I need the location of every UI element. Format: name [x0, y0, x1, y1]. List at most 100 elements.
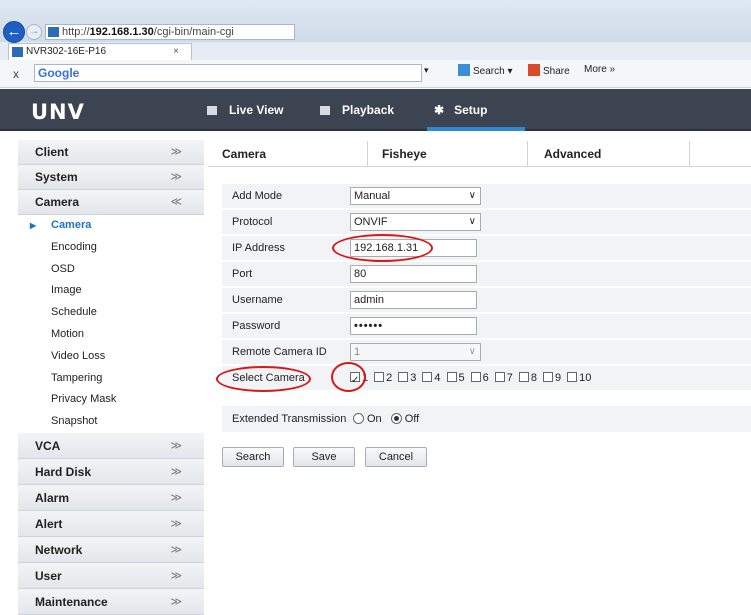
- extended-transmission-label: Extended Transmission: [232, 413, 347, 425]
- protocol-select[interactable]: ONVIF ∨: [350, 213, 481, 231]
- toolbar-more-button[interactable]: More »: [584, 64, 615, 75]
- form-row-add-mode: Add Mode Manual ∨: [222, 184, 751, 208]
- sidebar-item-label: Snapshot: [51, 415, 98, 428]
- toolbar-close-icon[interactable]: x: [13, 67, 19, 81]
- form-row-port: Port 80: [222, 262, 751, 286]
- monitor-icon: [207, 106, 217, 115]
- sidebar-item-tampering[interactable]: Tampering: [18, 368, 204, 390]
- tab-camera[interactable]: Camera: [208, 141, 368, 167]
- google-search-input[interactable]: Google: [34, 64, 422, 82]
- sidebar-item-snapshot[interactable]: Snapshot: [18, 411, 204, 433]
- ext-off-label: Off: [404, 413, 420, 425]
- toolbar-share-button[interactable]: Share: [528, 64, 570, 77]
- camera-checkbox-2[interactable]: 2: [374, 372, 392, 384]
- checkbox-icon: [398, 372, 409, 382]
- site-favicon-icon: [48, 27, 59, 37]
- sidebar-section-alarm[interactable]: Alarm ≫: [18, 484, 204, 511]
- sidebar-section-client[interactable]: Client ≫: [18, 140, 204, 165]
- sidebar-section-alert[interactable]: Alert ≫: [18, 510, 204, 537]
- sidebar-section-maintenance[interactable]: Maintenance ≫: [18, 588, 204, 615]
- camera-checkbox-5[interactable]: 5: [446, 372, 465, 384]
- save-button[interactable]: Save: [293, 447, 355, 467]
- google-dropdown-icon[interactable]: ▾: [424, 65, 429, 76]
- ext-off-radio[interactable]: Off: [390, 413, 420, 425]
- nav-playback-label: Playback: [342, 103, 395, 117]
- browser-tab[interactable]: NVR302-16E-P16 ×: [8, 43, 192, 60]
- chevron-down-icon: ∨: [468, 346, 476, 357]
- sidebar-item-image[interactable]: Image: [18, 280, 204, 302]
- remote-camera-id-label: Remote Camera ID: [232, 346, 327, 358]
- checkbox-icon: [543, 372, 553, 382]
- sidebar-item-label: Motion: [51, 327, 85, 340]
- address-path: /cgi-bin/main-cgi: [153, 26, 234, 38]
- camera-checkbox-10[interactable]: 10: [567, 372, 591, 384]
- sidebar-item-label: Privacy Mask: [51, 393, 117, 406]
- tab-title: NVR302-16E-P16: [26, 46, 107, 57]
- nav-live-view[interactable]: Live View: [207, 103, 283, 117]
- sidebar-section-label: User: [35, 568, 62, 583]
- ext-on-radio[interactable]: On: [353, 413, 382, 425]
- search-button[interactable]: Search: [222, 447, 284, 467]
- camera-checkbox-7[interactable]: 7: [494, 372, 513, 384]
- sidebar-item-label: Schedule: [51, 306, 97, 319]
- nav-playback[interactable]: Playback: [320, 103, 394, 117]
- camera-checkbox-label: 5: [458, 372, 465, 384]
- camera-checkbox-6[interactable]: 6: [470, 372, 489, 384]
- checkbox-icon: [494, 372, 505, 382]
- address-prefix: http://: [62, 26, 90, 38]
- port-input[interactable]: 80: [350, 265, 477, 283]
- tab-advanced[interactable]: Advanced: [528, 141, 690, 167]
- add-mode-select[interactable]: Manual ∨: [350, 187, 481, 205]
- nav-setup[interactable]: ✱ Setup: [434, 103, 487, 117]
- sidebar-section-vca[interactable]: VCA ≫: [18, 432, 204, 459]
- sidebar-item-osd[interactable]: OSD: [18, 259, 204, 281]
- tab-close-icon[interactable]: ×: [173, 44, 179, 60]
- camera-checkbox-label: 6: [482, 372, 489, 384]
- sidebar-item-label: Image: [51, 284, 82, 297]
- sidebar-item-schedule[interactable]: Schedule: [18, 302, 204, 324]
- protocol-value: ONVIF: [354, 216, 388, 228]
- google-logo: Google: [38, 66, 80, 80]
- remote-camera-id-value: 1: [354, 346, 361, 358]
- tab-fisheye[interactable]: Fisheye: [368, 141, 528, 167]
- sidebar-item-label: Tampering: [51, 371, 103, 384]
- forward-arrow-icon[interactable]: →: [26, 24, 42, 40]
- sidebar-item-motion[interactable]: Motion: [18, 324, 204, 346]
- cancel-button[interactable]: Cancel: [365, 447, 427, 467]
- sidebar-section-label: Network: [35, 542, 83, 557]
- form-row-ip-address: IP Address 192.168.1.31: [222, 236, 751, 260]
- checkbox-icon: [446, 372, 457, 382]
- sidebar-item-privacy-mask[interactable]: Privacy Mask: [18, 389, 204, 411]
- camera-checkbox-4[interactable]: 4: [422, 372, 441, 384]
- camera-checkbox-label: 9: [555, 372, 562, 384]
- sidebar-section-user[interactable]: User ≫: [18, 562, 204, 589]
- nav-live-view-label: Live View: [229, 103, 284, 117]
- extended-transmission-options: On Off: [353, 406, 419, 432]
- sidebar-section-label: Maintenance: [35, 594, 108, 609]
- form-row-extended-transmission: Extended Transmission On Off: [222, 406, 751, 432]
- sidebar-section-label: Hard Disk: [35, 464, 92, 479]
- back-arrow-icon[interactable]: ←: [3, 21, 25, 43]
- sidebar-item-label: Video Loss: [51, 349, 106, 362]
- address-bar[interactable]: http://192.168.1.30/cgi-bin/main-cgi: [45, 24, 295, 40]
- sidebar-section-label: Alarm: [35, 490, 70, 505]
- chevron-down-icon: ≫: [170, 171, 182, 183]
- sidebar-section-network[interactable]: Network ≫: [18, 536, 204, 563]
- sidebar-section-camera[interactable]: Camera ≪: [18, 190, 204, 215]
- toolbar-search-button[interactable]: Search ▾: [458, 64, 512, 77]
- checkbox-icon: [518, 372, 529, 382]
- camera-checkbox-3[interactable]: 3: [398, 372, 416, 384]
- sidebar-section-label: System: [35, 170, 78, 184]
- password-input[interactable]: ••••••: [350, 317, 477, 335]
- camera-checkbox-8[interactable]: 8: [518, 372, 537, 384]
- sidebar-item-camera[interactable]: ▶ Camera: [18, 215, 204, 237]
- google-toolbar: x Google ▾ Search ▾ Share More »: [0, 60, 751, 88]
- sidebar-section-hard-disk[interactable]: Hard Disk ≫: [18, 458, 204, 485]
- sidebar-section-label: VCA: [35, 438, 61, 453]
- username-input[interactable]: admin: [350, 291, 477, 309]
- sidebar-item-video-loss[interactable]: Video Loss: [18, 346, 204, 368]
- sidebar-section-system[interactable]: System ≫: [18, 165, 204, 190]
- sidebar-item-encoding[interactable]: Encoding: [18, 237, 204, 259]
- camera-checkbox-9[interactable]: 9: [543, 372, 561, 384]
- app-navbar: UNV Live View Playback ✱ Setup: [0, 89, 751, 131]
